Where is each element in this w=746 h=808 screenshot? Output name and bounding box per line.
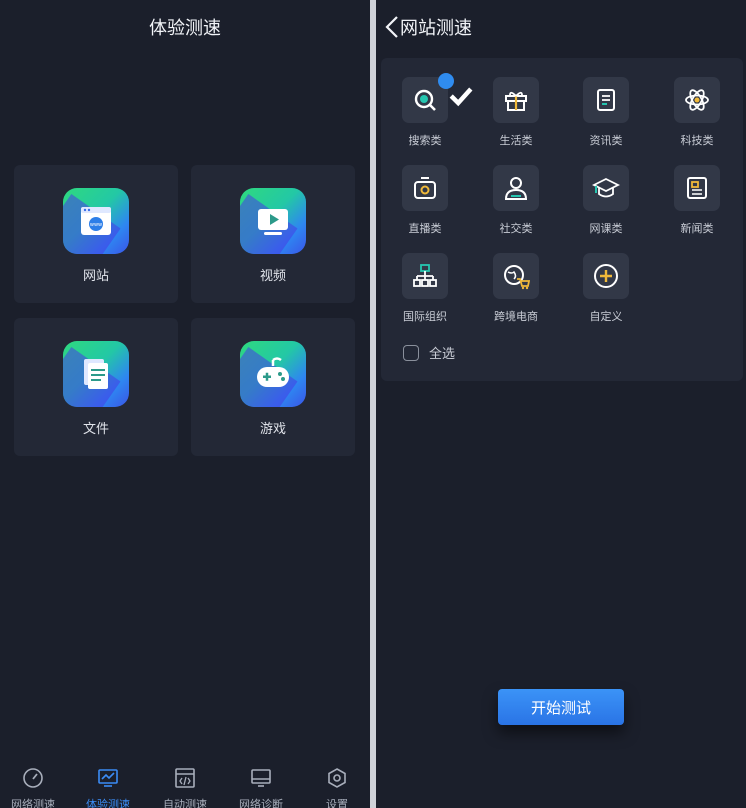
atom-icon <box>685 89 709 111</box>
globe-cart-icon <box>504 265 530 290</box>
tile-label: 视频 <box>259 269 286 284</box>
gamepad-icon <box>240 341 306 407</box>
live-camera-icon <box>414 177 436 199</box>
speedometer-icon <box>23 768 43 788</box>
category-label: 科技类 <box>680 134 714 147</box>
category-label: 新闻类 <box>680 222 714 235</box>
tile-file[interactable]: 文件 <box>14 318 178 456</box>
select-all-checkbox[interactable]: 全选 <box>403 343 455 362</box>
document-icon <box>63 341 129 407</box>
category-online-course[interactable]: 网课类 <box>566 165 646 236</box>
website-speedtest-screen: 网站测速 搜索类 生活类 资讯类 科技类 直播类 社交类 网课类 新闻类 国际组… <box>376 0 746 808</box>
experience-speedtest-screen: 体验测速 www 网站 视频 文件 游戏 网络测速 体验测速 自动测速 网络诊断… <box>0 0 370 808</box>
tab-network-diagnosis[interactable]: 网络诊断 <box>224 766 298 808</box>
category-label: 直播类 <box>408 222 442 235</box>
category-live[interactable]: 直播类 <box>385 165 465 236</box>
checkbox-box[interactable] <box>403 344 419 361</box>
tile-label: 网站 <box>82 269 109 284</box>
monitor-chart-icon <box>98 769 118 787</box>
category-label: 国际组织 <box>403 310 447 323</box>
newspaper-icon <box>687 177 707 199</box>
tab-settings[interactable]: 设置 <box>300 766 370 808</box>
category-cross-border-ecommerce[interactable]: 跨境电商 <box>476 253 556 324</box>
page-title: 体验测速 <box>149 18 221 39</box>
bottom-tab-bar: 网络测速 体验测速 自动测速 网络诊断 设置 <box>0 762 370 808</box>
svg-text:www: www <box>90 222 102 228</box>
tab-label: 网络诊断 <box>239 798 283 808</box>
checked-badge-icon <box>438 73 473 107</box>
category-label: 社交类 <box>499 222 533 235</box>
category-tech[interactable]: 科技类 <box>657 77 737 148</box>
tile-label: 文件 <box>82 422 109 437</box>
tile-label: 游戏 <box>259 422 286 437</box>
tab-experience-speedtest[interactable]: 体验测速 <box>71 766 145 808</box>
user-chat-icon <box>504 177 528 200</box>
tab-label: 自动测速 <box>163 798 207 808</box>
category-label: 网课类 <box>589 222 623 235</box>
start-test-button[interactable]: 开始测试 <box>498 689 624 725</box>
tab-network-speedtest[interactable]: 网络测速 <box>0 766 70 808</box>
tab-label: 设置 <box>326 798 348 808</box>
category-news[interactable]: 新闻类 <box>657 165 737 236</box>
org-chart-icon <box>413 264 437 287</box>
search-icon <box>414 89 436 111</box>
category-label: 自定义 <box>589 310 623 323</box>
news-doc-icon <box>597 89 615 111</box>
category-panel: 搜索类 生活类 资讯类 科技类 直播类 社交类 网课类 新闻类 国际组织 跨境电… <box>381 58 743 381</box>
tile-website[interactable]: www 网站 <box>14 165 178 303</box>
category-label: 搜索类 <box>408 134 442 147</box>
category-label: 跨境电商 <box>494 310 538 323</box>
gift-icon <box>505 91 527 111</box>
code-window-icon <box>175 768 195 788</box>
category-label: 生活类 <box>499 134 533 147</box>
video-play-icon <box>240 188 306 254</box>
back-arrow-icon[interactable] <box>382 14 402 40</box>
category-social[interactable]: 社交类 <box>476 165 556 236</box>
select-all-label: 全选 <box>429 347 456 362</box>
tab-auto-speedtest[interactable]: 自动测速 <box>148 766 222 808</box>
category-search[interactable]: 搜索类 <box>385 73 473 148</box>
category-life[interactable]: 生活类 <box>476 77 556 148</box>
category-label: 资讯类 <box>589 134 623 147</box>
tile-game[interactable]: 游戏 <box>191 318 355 456</box>
category-custom[interactable]: 自定义 <box>566 253 646 324</box>
monitor-icon <box>251 769 271 787</box>
tile-video[interactable]: 视频 <box>191 165 355 303</box>
category-info[interactable]: 资讯类 <box>566 77 646 148</box>
browser-www-icon: www <box>63 188 129 254</box>
category-international-org[interactable]: 国际组织 <box>385 253 465 324</box>
page-title: 网站测速 <box>400 18 472 39</box>
plus-circle-icon <box>594 264 618 288</box>
tab-label: 网络测速 <box>11 798 55 808</box>
tab-label: 体验测速 <box>86 798 130 808</box>
graduation-cap-icon <box>592 177 620 198</box>
settings-hexagon-icon <box>328 768 346 788</box>
top-bar: 网站测速 <box>376 0 746 54</box>
